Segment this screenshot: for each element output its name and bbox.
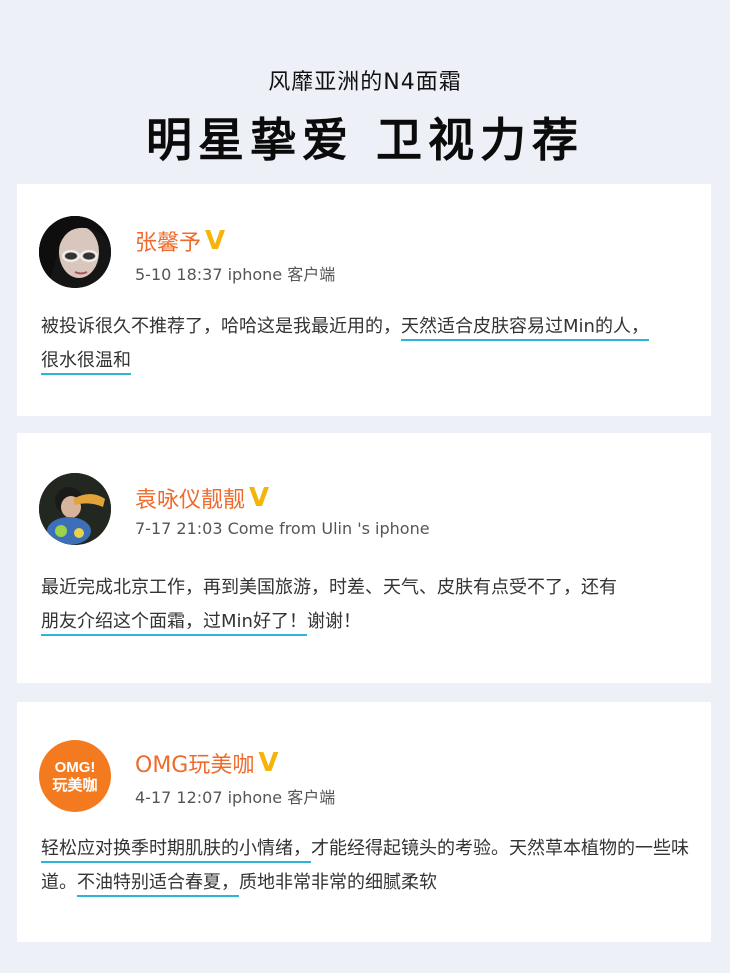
omg-logo-line1: OMG! — [54, 758, 96, 776]
user-photo-icon — [39, 216, 111, 288]
name-row: OMG玩美咖 V — [135, 746, 278, 780]
avatar[interactable]: OMG! 玩美咖 — [39, 740, 111, 812]
page-subtitle: 风靡亚洲的N4面霜 — [268, 70, 462, 95]
omg-logo-line2: 玩美咖 — [52, 775, 98, 794]
highlighted-text: 很水很温和 — [41, 350, 131, 375]
text-segment: 谢谢！ — [306, 611, 361, 632]
page-title: 明星挚爱 卫视力荐 — [145, 113, 584, 167]
highlighted-text: 不油特别适合春夏， — [77, 872, 239, 897]
user-name[interactable]: OMG玩美咖 — [135, 747, 254, 779]
avatar[interactable] — [39, 216, 111, 288]
verified-icon: V — [205, 226, 226, 256]
post-meta: 4-17 12:07 iphone 客户端 — [135, 788, 336, 807]
user-photo-icon — [39, 473, 111, 545]
verified-icon: V — [258, 748, 279, 778]
highlighted-text: 天然适合皮肤容易过Min的人， — [401, 316, 649, 341]
text-segment: 被投诉很久不推荐了，哈哈这是我最近用的， — [41, 316, 401, 337]
post-text: 轻松应对换季时期肌肤的小情绪，才能经得起镜头的考验。天然草本植物的一些味道。不油… — [41, 832, 701, 900]
highlighted-text: 轻松应对换季时期肌肤的小情绪， — [41, 838, 311, 863]
post-card: OMG! 玩美咖 OMG玩美咖 V 4-17 12:07 iphone 客户端 … — [17, 702, 711, 942]
post-text: 被投诉很久不推荐了，哈哈这是我最近用的，天然适合皮肤容易过Min的人， 很水很温和 — [41, 310, 701, 378]
verified-icon: V — [249, 483, 270, 513]
highlighted-text: 朋友介绍这个面霜，过Min好了！ — [41, 611, 307, 636]
name-row: 袁咏仪靓靓 V — [135, 481, 269, 515]
name-row: 张馨予 V — [135, 224, 225, 258]
post-meta: 7-17 21:03 Come from Ulin 's iphone — [135, 519, 430, 538]
avatar[interactable] — [39, 473, 111, 545]
post-card: 袁咏仪靓靓 V 7-17 21:03 Come from Ulin 's iph… — [17, 433, 711, 683]
user-name[interactable]: 张馨予 — [135, 225, 201, 257]
text-segment: 质地非常非常的细腻柔软 — [239, 872, 437, 893]
user-name[interactable]: 袁咏仪靓靓 — [135, 482, 245, 514]
text-segment: 最近完成北京工作，再到美国旅游，时差、天气、皮肤有点受不了，还有 — [41, 577, 617, 598]
post-meta: 5-10 18:37 iphone 客户端 — [135, 265, 336, 284]
post-card: 张馨予 V 5-10 18:37 iphone 客户端 被投诉很久不推荐了，哈哈… — [17, 184, 711, 416]
post-text: 最近完成北京工作，再到美国旅游，时差、天气、皮肤有点受不了，还有朋友介绍这个面霜… — [41, 571, 701, 639]
